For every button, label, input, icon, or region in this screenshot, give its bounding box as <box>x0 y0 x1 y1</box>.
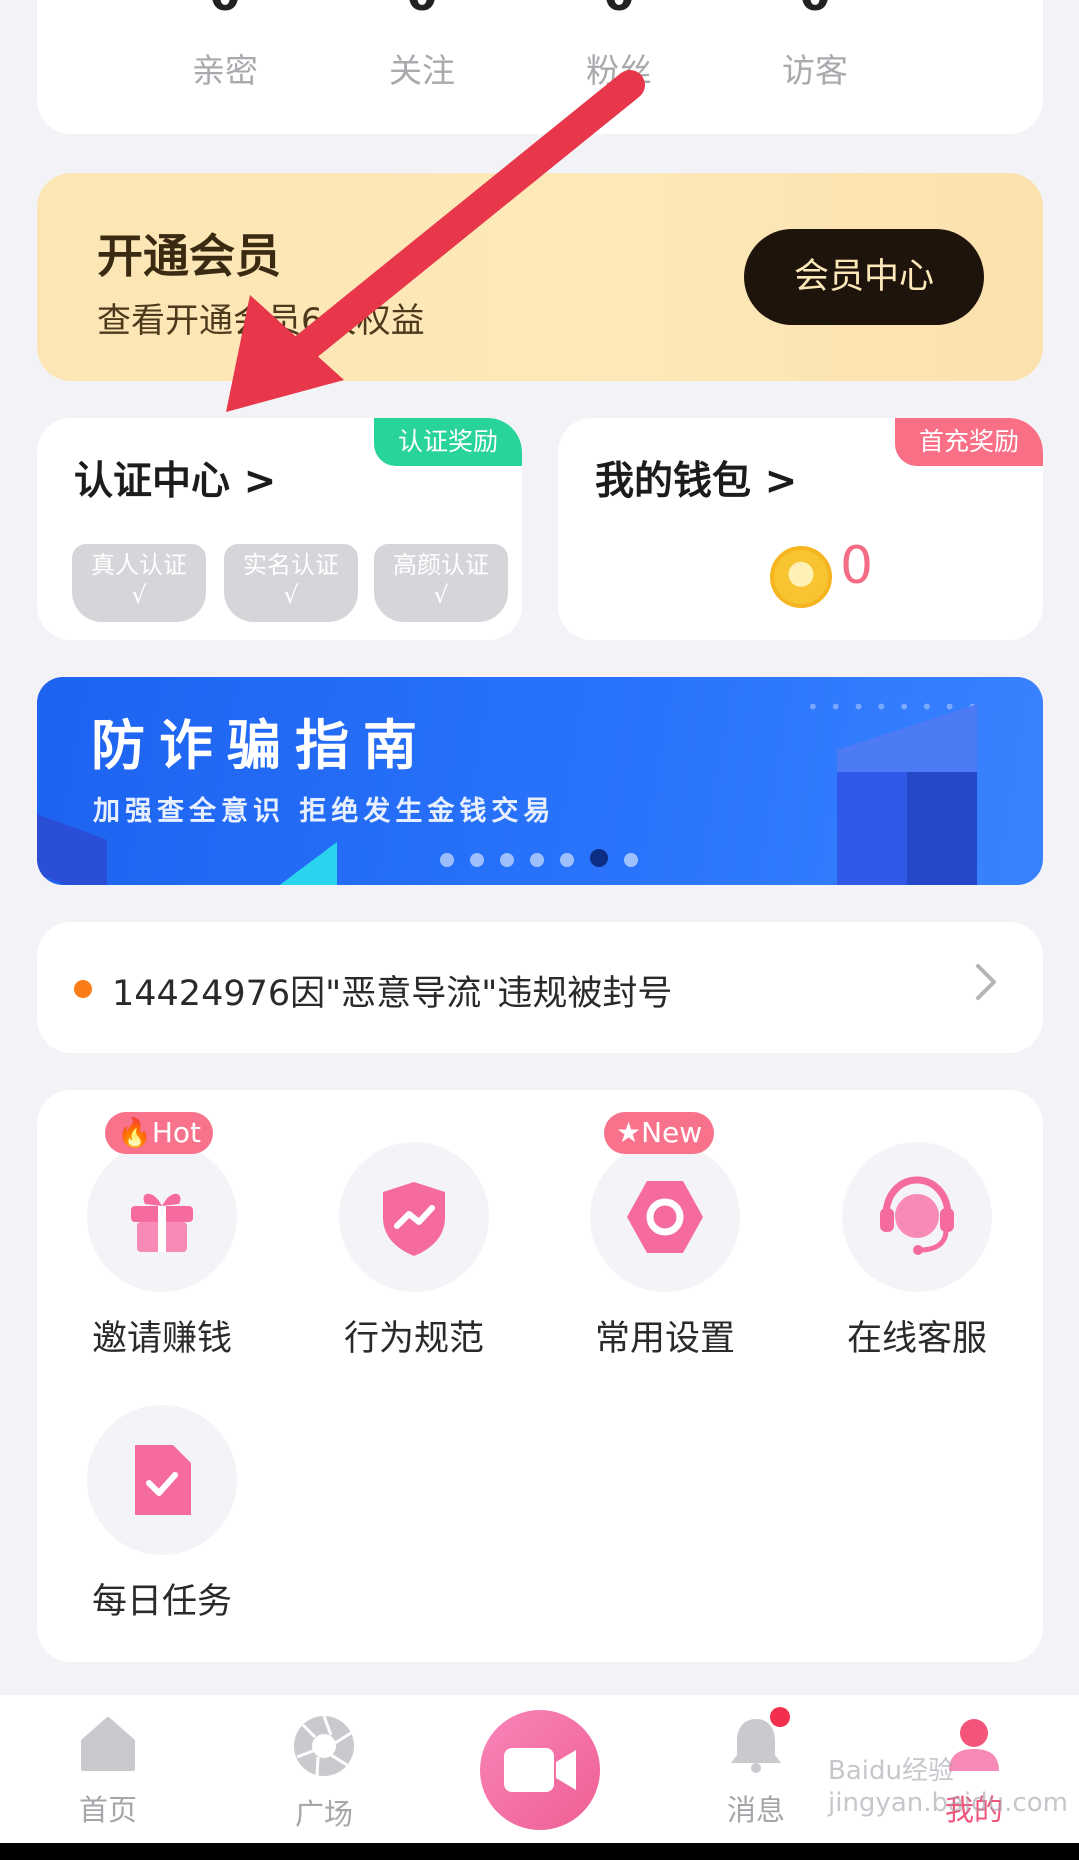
tool-icon-wrap <box>87 1405 237 1555</box>
page-dot[interactable] <box>500 853 514 867</box>
cert-center-card[interactable]: 认证中心 > 认证奖励 真人认证 √ 实名认证 √ 高颜认证 √ <box>37 418 522 640</box>
notice-text: 14424976因"恶意导流"违规被封号 <box>112 974 673 1014</box>
check-icon: √ <box>283 581 299 609</box>
stat-label: 亲密 <box>192 51 258 90</box>
tool-invite-earn[interactable]: 🔥Hot 邀请赚钱 <box>62 1112 262 1361</box>
tool-label: 每日任务 <box>91 1582 232 1622</box>
stats-card: 0 亲密 0 关注 0 粉丝 0 访客 <box>37 0 1043 134</box>
first-recharge-badge: 首充奖励 <box>895 418 1043 466</box>
page-dot[interactable] <box>470 853 484 867</box>
notice-dot-icon <box>74 980 92 998</box>
tool-icon-wrap <box>842 1142 992 1292</box>
wallet-card[interactable]: 我的钱包 > 首充奖励 0 <box>558 418 1043 640</box>
bottom-nav: 首页 广场 消息 我的 Baidu经验 jingyan.baidu.com <box>0 1695 1079 1843</box>
coin-icon <box>770 546 832 608</box>
stat-intimate[interactable]: 0 亲密 <box>125 0 325 92</box>
cert-center-title[interactable]: 认证中心 > <box>74 450 276 506</box>
stat-fans[interactable]: 0 粉丝 <box>519 0 719 92</box>
page-dot[interactable] <box>530 853 544 867</box>
tool-icon-wrap: ★New <box>590 1112 740 1292</box>
banner-title: 防诈骗指南 <box>91 714 431 777</box>
page-dot[interactable] <box>440 853 454 867</box>
tool-behavior-rules[interactable]: 行为规范 <box>314 1142 514 1361</box>
tool-label: 邀请赚钱 <box>91 1319 232 1359</box>
tool-label: 在线客服 <box>846 1319 987 1359</box>
nav-label: 消息 <box>726 1793 785 1827</box>
page-dot[interactable] <box>624 853 638 867</box>
cert-item-label: 实名认证 <box>243 551 339 579</box>
decorative-triangle <box>277 842 337 885</box>
new-tag: ★New <box>604 1112 715 1154</box>
baidu-watermark: Baidu经验 jingyan.baidu.com <box>828 1756 1068 1818</box>
settings-icon <box>627 1181 703 1253</box>
decorative-cube-side <box>907 772 977 885</box>
vip-subtitle: 查看开通会员6大权益 <box>97 301 425 341</box>
stat-label: 关注 <box>389 51 455 90</box>
page-dot[interactable] <box>560 853 574 867</box>
chevron-right-icon[interactable] <box>974 962 998 1012</box>
nav-square[interactable]: 广场 <box>259 1713 389 1833</box>
nav-messages[interactable]: 消息 <box>691 1713 821 1829</box>
vip-title: 开通会员 <box>97 229 281 283</box>
anti-fraud-banner[interactable]: •••••••• 防诈骗指南 加强查全意识 拒绝发生金钱交易 <box>37 677 1043 885</box>
tool-label: 常用设置 <box>594 1319 735 1359</box>
page-dot-active[interactable] <box>590 849 608 867</box>
record-video-button[interactable] <box>480 1710 600 1830</box>
task-icon <box>135 1445 191 1515</box>
wallet-title[interactable]: 我的钱包 > <box>595 450 797 506</box>
wallet-balance: 0 <box>840 536 874 596</box>
tool-label: 行为规范 <box>343 1319 484 1359</box>
tool-icon-wrap: 🔥Hot <box>87 1112 237 1292</box>
shield-icon <box>383 1182 445 1256</box>
real-person-cert-badge[interactable]: 真人认证 √ <box>72 544 206 622</box>
tool-common-settings[interactable]: ★New 常用设置 <box>565 1112 765 1361</box>
check-icon: √ <box>433 581 449 609</box>
stat-value: 0 <box>519 0 719 40</box>
aperture-icon <box>294 1715 354 1777</box>
stat-value: 0 <box>125 0 325 40</box>
system-bar <box>0 1843 1079 1860</box>
nav-label: 首页 <box>78 1793 137 1827</box>
banner-pagination[interactable] <box>440 849 654 869</box>
tool-daily-tasks[interactable]: 每日任务 <box>62 1405 262 1624</box>
gift-icon <box>131 1193 193 1252</box>
check-icon: √ <box>131 581 147 609</box>
stat-label: 访客 <box>782 51 848 90</box>
hot-tag: 🔥Hot <box>105 1112 214 1154</box>
tools-grid: 🔥Hot 邀请赚钱 行为规范 ★New 常用设置 在线客服 每日任务 <box>37 1090 1043 1662</box>
real-name-cert-badge[interactable]: 实名认证 √ <box>224 544 358 622</box>
looks-cert-badge[interactable]: 高颜认证 √ <box>374 544 508 622</box>
headset-icon <box>880 1176 954 1255</box>
stat-label: 粉丝 <box>586 51 652 90</box>
stat-value: 0 <box>715 0 915 40</box>
cert-item-label: 高颜认证 <box>393 551 489 579</box>
nav-home[interactable]: 首页 <box>43 1713 173 1829</box>
stat-value: 0 <box>322 0 522 40</box>
home-icon <box>81 1717 135 1771</box>
video-camera-icon <box>504 1748 576 1792</box>
vip-card[interactable]: 开通会员 查看开通会员6大权益 会员中心 <box>37 173 1043 381</box>
stat-following[interactable]: 0 关注 <box>322 0 522 92</box>
nav-label: 广场 <box>294 1797 353 1831</box>
tool-online-support[interactable]: 在线客服 <box>817 1142 1017 1361</box>
stat-visitors[interactable]: 0 访客 <box>715 0 915 92</box>
banner-subtitle: 加强查全意识 拒绝发生金钱交易 <box>93 796 556 827</box>
unread-badge <box>770 1707 790 1727</box>
cert-reward-badge: 认证奖励 <box>374 418 522 466</box>
vip-center-button[interactable]: 会员中心 <box>744 229 984 325</box>
tool-icon-wrap <box>339 1142 489 1292</box>
cert-item-label: 真人认证 <box>91 551 187 579</box>
notice-bar[interactable]: 14424976因"恶意导流"违规被封号 <box>37 922 1043 1053</box>
